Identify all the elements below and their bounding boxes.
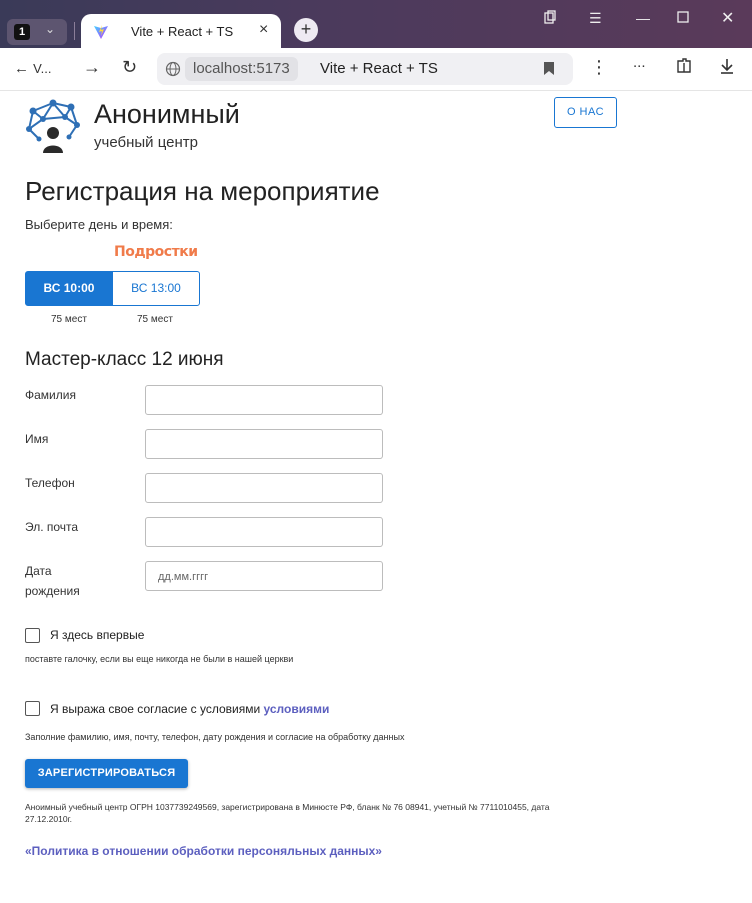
address-host: localhost:5173 [185,57,298,81]
email-label: Эл. почта [25,520,79,534]
brand-title: Анонимный [94,99,240,129]
tab-bar: 1 ⌄ Vite + React + TS × + ☰ — ✕ [0,0,752,50]
tab-title: Vite + React + TS [131,24,234,39]
last-name-input[interactable] [145,385,383,415]
choose-time-label: Выберите день и время: [25,217,173,232]
maximize-icon[interactable] [677,10,689,26]
arrow-left-icon: ← [14,60,29,77]
phone-input[interactable] [145,473,383,503]
new-tab-button[interactable]: + [294,18,318,42]
chevron-down-icon: ⌄ [45,22,56,36]
terms-link[interactable]: условиями [264,702,330,716]
tab-count: 1 [14,24,30,40]
divider [74,22,75,40]
minimize-icon[interactable]: — [636,10,650,26]
page-title: Регистрация на мероприятие [25,176,380,206]
brand-subtitle: учебный центр [94,134,198,151]
more-label[interactable]: ... [633,54,646,71]
browser-tab[interactable]: Vite + React + TS × [81,14,281,50]
first-time-label: Я здесь впервые [50,628,145,642]
close-window-icon[interactable]: ✕ [721,8,734,28]
back-label: V... [33,61,52,76]
event-title: Мастер-класс 12 июня [25,349,224,370]
birth-date-label-line2: рождения [25,584,80,598]
back-button[interactable]: ← V... [14,60,52,77]
slot-seats-1: 75 мест [51,314,87,325]
slot-seats-2: 75 мест [137,314,173,325]
birth-date-input[interactable]: дд.мм.гггг [145,561,383,591]
time-slot-button-1[interactable]: ВС 10:00 [25,271,113,306]
last-name-label: Фамилия [25,388,76,402]
consent-text: Я выража свое согласие с условиями [50,702,261,716]
about-button[interactable]: О НАС [554,97,617,128]
page-content: Анонимный учебный центр О НАС Регистраци… [0,91,752,903]
birth-date-label-line1: Дата [25,564,52,578]
consent-label: Я выража свое согласие с условиями услов… [50,702,329,716]
address-page-title: Vite + React + TS [320,60,438,77]
vite-logo-icon [94,25,108,39]
first-time-checkbox[interactable] [25,628,40,643]
email-input[interactable] [145,517,383,547]
legal-text: Аноимный учебный центр ОГРН 103773924956… [25,802,550,824]
close-tab-icon[interactable]: × [259,21,268,39]
forward-icon[interactable]: → [83,57,101,78]
tab-counter-button[interactable]: 1 ⌄ [7,19,67,45]
birth-date-label: Дата рождения [25,561,80,601]
globe-icon [165,61,181,77]
more-vertical-icon[interactable]: ⋮ [590,57,608,78]
group-tag: Подростки [114,244,198,260]
extensions-icon[interactable] [675,57,693,80]
first-name-label: Имя [25,432,49,446]
privacy-policy-link[interactable]: «Политика в отношении обработки персонял… [25,844,382,858]
phone-label: Телефон [25,476,75,490]
reload-icon[interactable]: ↻ [122,57,137,78]
register-button[interactable]: ЗАРЕГИСТРИРОВАТЬСЯ [25,759,188,788]
bookmark-icon[interactable] [543,61,555,76]
address-bar[interactable]: localhost:5173 Vite + React + TS [157,53,573,85]
first-time-hint: поставте галочку, если вы еще никогда не… [25,654,294,664]
first-name-input[interactable] [145,429,383,459]
network-person-logo-icon [26,99,80,153]
address-toolbar: ← V... → ↻ localhost:5173 Vite + React +… [0,48,752,91]
collections-icon[interactable] [543,10,557,27]
consent-checkbox[interactable] [25,701,40,716]
browser-window: 1 ⌄ Vite + React + TS × + ☰ — ✕ ← V... →… [0,0,752,903]
menu-icon[interactable]: ☰ [589,10,602,27]
time-slot-button-2[interactable]: ВС 13:00 [112,271,200,306]
download-icon[interactable] [719,57,735,80]
fill-hint: Заполние фамилию, имя, почту, телефон, д… [25,732,405,742]
